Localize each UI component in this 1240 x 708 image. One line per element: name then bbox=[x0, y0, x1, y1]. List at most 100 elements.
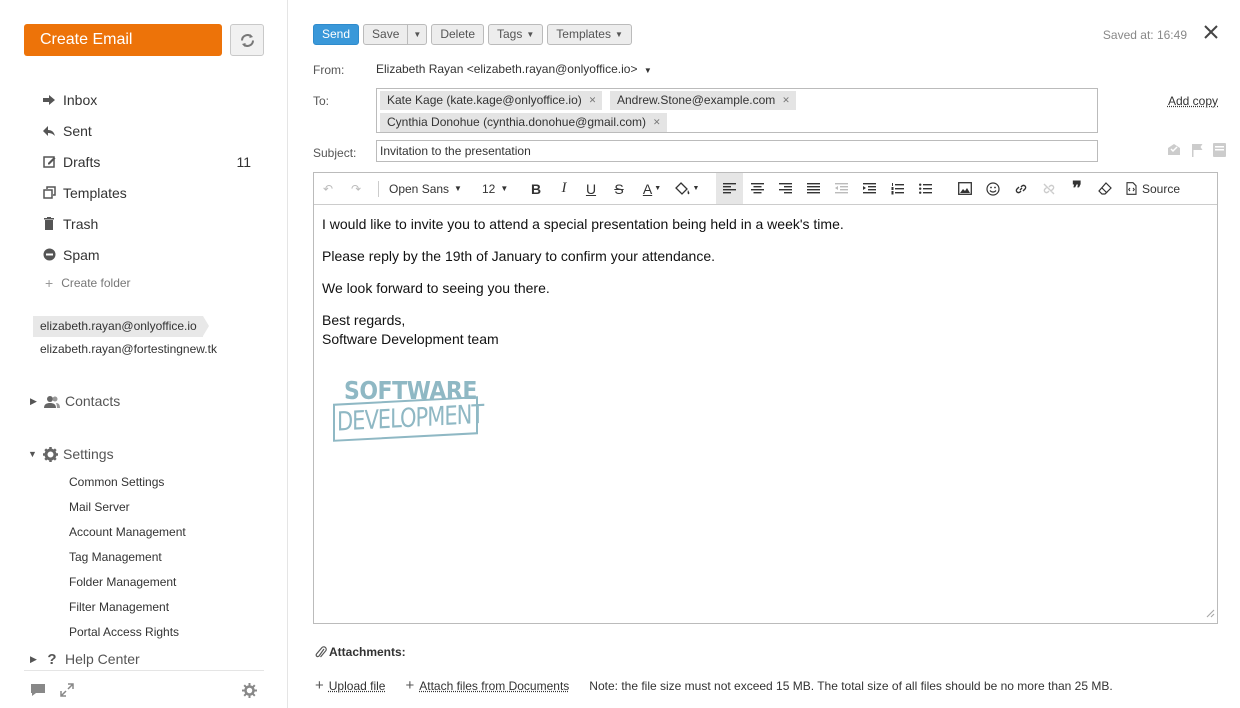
account-item-active[interactable]: elizabeth.rayan@onlyoffice.io bbox=[33, 316, 209, 337]
sidebar: Create Email Inbox Sent Drafts 11 Templa… bbox=[0, 0, 288, 708]
account-item[interactable]: elizabeth.rayan@fortestingnew.tk bbox=[40, 342, 217, 356]
plus-icon: + bbox=[45, 275, 54, 291]
compose-toolbar: Send Save ▼ Delete Tags ▼ Templates ▼ bbox=[313, 24, 632, 45]
folder-drafts[interactable]: Drafts 11 bbox=[42, 146, 257, 177]
close-button[interactable] bbox=[1204, 25, 1218, 42]
delete-button[interactable]: Delete bbox=[431, 24, 484, 45]
font-size-select[interactable]: 12 ▼ bbox=[482, 173, 508, 204]
help-center-section[interactable]: ▶ ? Help Center bbox=[30, 651, 140, 668]
blockquote-icon[interactable]: ❞ bbox=[1069, 173, 1085, 204]
refresh-icon bbox=[241, 34, 254, 47]
recipient-tag[interactable]: Cynthia Donohue (cynthia.donohue@gmail.c… bbox=[380, 113, 667, 132]
send-button[interactable]: Send bbox=[313, 24, 360, 45]
save-button[interactable]: Save bbox=[363, 24, 409, 45]
from-select[interactable]: Elizabeth Rayan <elizabeth.rayan@onlyoff… bbox=[376, 62, 652, 76]
read-receipt-icon[interactable] bbox=[1167, 143, 1181, 156]
gear-icon[interactable] bbox=[242, 683, 257, 698]
recipient-label: Cynthia Donohue (cynthia.donohue@gmail.c… bbox=[387, 115, 646, 129]
templates-button[interactable]: Templates ▼ bbox=[547, 24, 632, 45]
align-right-icon[interactable] bbox=[778, 173, 792, 204]
archive-icon[interactable] bbox=[1213, 143, 1226, 157]
resize-handle[interactable] bbox=[1206, 606, 1215, 621]
align-justify-icon[interactable] bbox=[806, 173, 820, 204]
save-dropdown-button[interactable]: ▼ bbox=[408, 24, 428, 45]
message-editor: ↶ ↷ Open Sans ▼ 12 ▼ B I U S A ▼ ▼ ❞ Sou… bbox=[313, 172, 1218, 624]
remove-icon[interactable]: ✕ bbox=[589, 91, 597, 110]
contacts-icon bbox=[44, 393, 60, 409]
redo-icon[interactable]: ↷ bbox=[348, 173, 364, 204]
source-button[interactable]: Source bbox=[1126, 173, 1180, 204]
folder-templates[interactable]: Templates bbox=[42, 177, 257, 208]
recipient-tag[interactable]: Kate Kage (kate.kage@onlyoffice.io) ✕ bbox=[380, 91, 603, 110]
font-family-value: Open Sans bbox=[389, 181, 450, 196]
expand-arrows-icon[interactable] bbox=[60, 683, 74, 697]
font-family-select[interactable]: Open Sans ▼ bbox=[389, 173, 462, 204]
settings-section[interactable]: ▼ Settings bbox=[28, 446, 114, 462]
contacts-section[interactable]: ▶ Contacts bbox=[30, 393, 120, 409]
folder-sent[interactable]: Sent bbox=[42, 115, 257, 146]
remove-icon[interactable]: ✕ bbox=[782, 91, 790, 110]
folder-trash[interactable]: Trash bbox=[42, 208, 257, 239]
body-paragraph: Please reply by the 19th of January to c… bbox=[322, 248, 716, 264]
unlink-icon[interactable] bbox=[1041, 173, 1057, 204]
attach-from-documents-link[interactable]: + Attach files from Documents bbox=[405, 677, 569, 694]
gear-icon bbox=[42, 446, 58, 462]
subject-input[interactable]: Invitation to the presentation bbox=[376, 140, 1098, 162]
undo-icon[interactable]: ↶ bbox=[320, 173, 336, 204]
settings-item-common[interactable]: Common Settings bbox=[69, 474, 186, 499]
folder-inbox[interactable]: Inbox bbox=[42, 84, 257, 115]
outdent-icon[interactable] bbox=[834, 173, 848, 204]
flag-icon[interactable] bbox=[1191, 143, 1203, 157]
to-field[interactable]: Kate Kage (kate.kage@onlyoffice.io) ✕ And… bbox=[376, 88, 1098, 133]
caret-down-icon: ▼ bbox=[500, 184, 509, 193]
recipient-tag[interactable]: Andrew.Stone@example.com ✕ bbox=[610, 91, 796, 110]
strikethrough-icon[interactable]: S bbox=[613, 173, 625, 204]
attachments-label: Attachments: bbox=[329, 645, 406, 659]
create-folder-link[interactable]: + Create folder bbox=[42, 272, 257, 294]
add-copy-link[interactable]: Add copy bbox=[1168, 94, 1218, 108]
folder-label: Drafts bbox=[63, 153, 101, 170]
subject-label: Subject: bbox=[313, 146, 357, 160]
clear-format-icon[interactable] bbox=[1097, 173, 1113, 204]
upload-file-label: Upload file bbox=[328, 678, 386, 693]
highlight-color-icon[interactable]: ▼ bbox=[674, 173, 700, 204]
tags-button[interactable]: Tags ▼ bbox=[488, 24, 544, 45]
copy-icon bbox=[42, 186, 56, 200]
create-email-button[interactable]: Create Email bbox=[24, 24, 222, 56]
link-icon[interactable] bbox=[1013, 173, 1029, 204]
refresh-button[interactable] bbox=[230, 24, 264, 56]
settings-item-portal-access[interactable]: Portal Access Rights bbox=[69, 624, 186, 649]
attachment-note: Note: the file size must not exceed 15 M… bbox=[589, 678, 1113, 693]
caret-down-icon: ▼ bbox=[643, 66, 652, 75]
numbered-list-icon[interactable] bbox=[890, 173, 904, 204]
save-split-button: Save ▼ bbox=[363, 24, 428, 45]
upload-file-link[interactable]: + Upload file bbox=[315, 677, 385, 694]
drafts-count: 11 bbox=[236, 153, 251, 170]
image-icon[interactable] bbox=[957, 173, 973, 204]
settings-item-folder-management[interactable]: Folder Management bbox=[69, 574, 186, 599]
settings-item-account-management[interactable]: Account Management bbox=[69, 524, 186, 549]
align-center-icon[interactable] bbox=[750, 173, 764, 204]
edit-icon bbox=[42, 155, 56, 169]
settings-item-mail-server[interactable]: Mail Server bbox=[69, 499, 186, 524]
plus-icon: + bbox=[315, 677, 324, 694]
font-color-icon[interactable]: A ▼ bbox=[640, 173, 664, 204]
settings-item-tag-management[interactable]: Tag Management bbox=[69, 549, 186, 574]
bold-icon[interactable]: B bbox=[530, 173, 542, 204]
folder-spam[interactable]: Spam bbox=[42, 239, 257, 270]
toolbar-divider bbox=[378, 181, 379, 197]
remove-icon[interactable]: ✕ bbox=[653, 113, 661, 132]
sidebar-footer bbox=[24, 670, 264, 708]
folder-label: Spam bbox=[63, 246, 100, 263]
align-left-icon[interactable] bbox=[716, 173, 743, 204]
italic-icon[interactable]: I bbox=[558, 173, 570, 204]
settings-item-filter-management[interactable]: Filter Management bbox=[69, 599, 186, 624]
emoji-icon[interactable] bbox=[985, 173, 1001, 204]
chat-icon[interactable] bbox=[30, 683, 46, 697]
indent-icon[interactable] bbox=[862, 173, 876, 204]
trash-icon bbox=[42, 217, 56, 231]
contacts-label: Contacts bbox=[65, 393, 121, 409]
editor-body[interactable]: I would like to invite you to attend a s… bbox=[314, 205, 1217, 359]
bullet-list-icon[interactable] bbox=[918, 173, 932, 204]
underline-icon[interactable]: U bbox=[585, 173, 597, 204]
